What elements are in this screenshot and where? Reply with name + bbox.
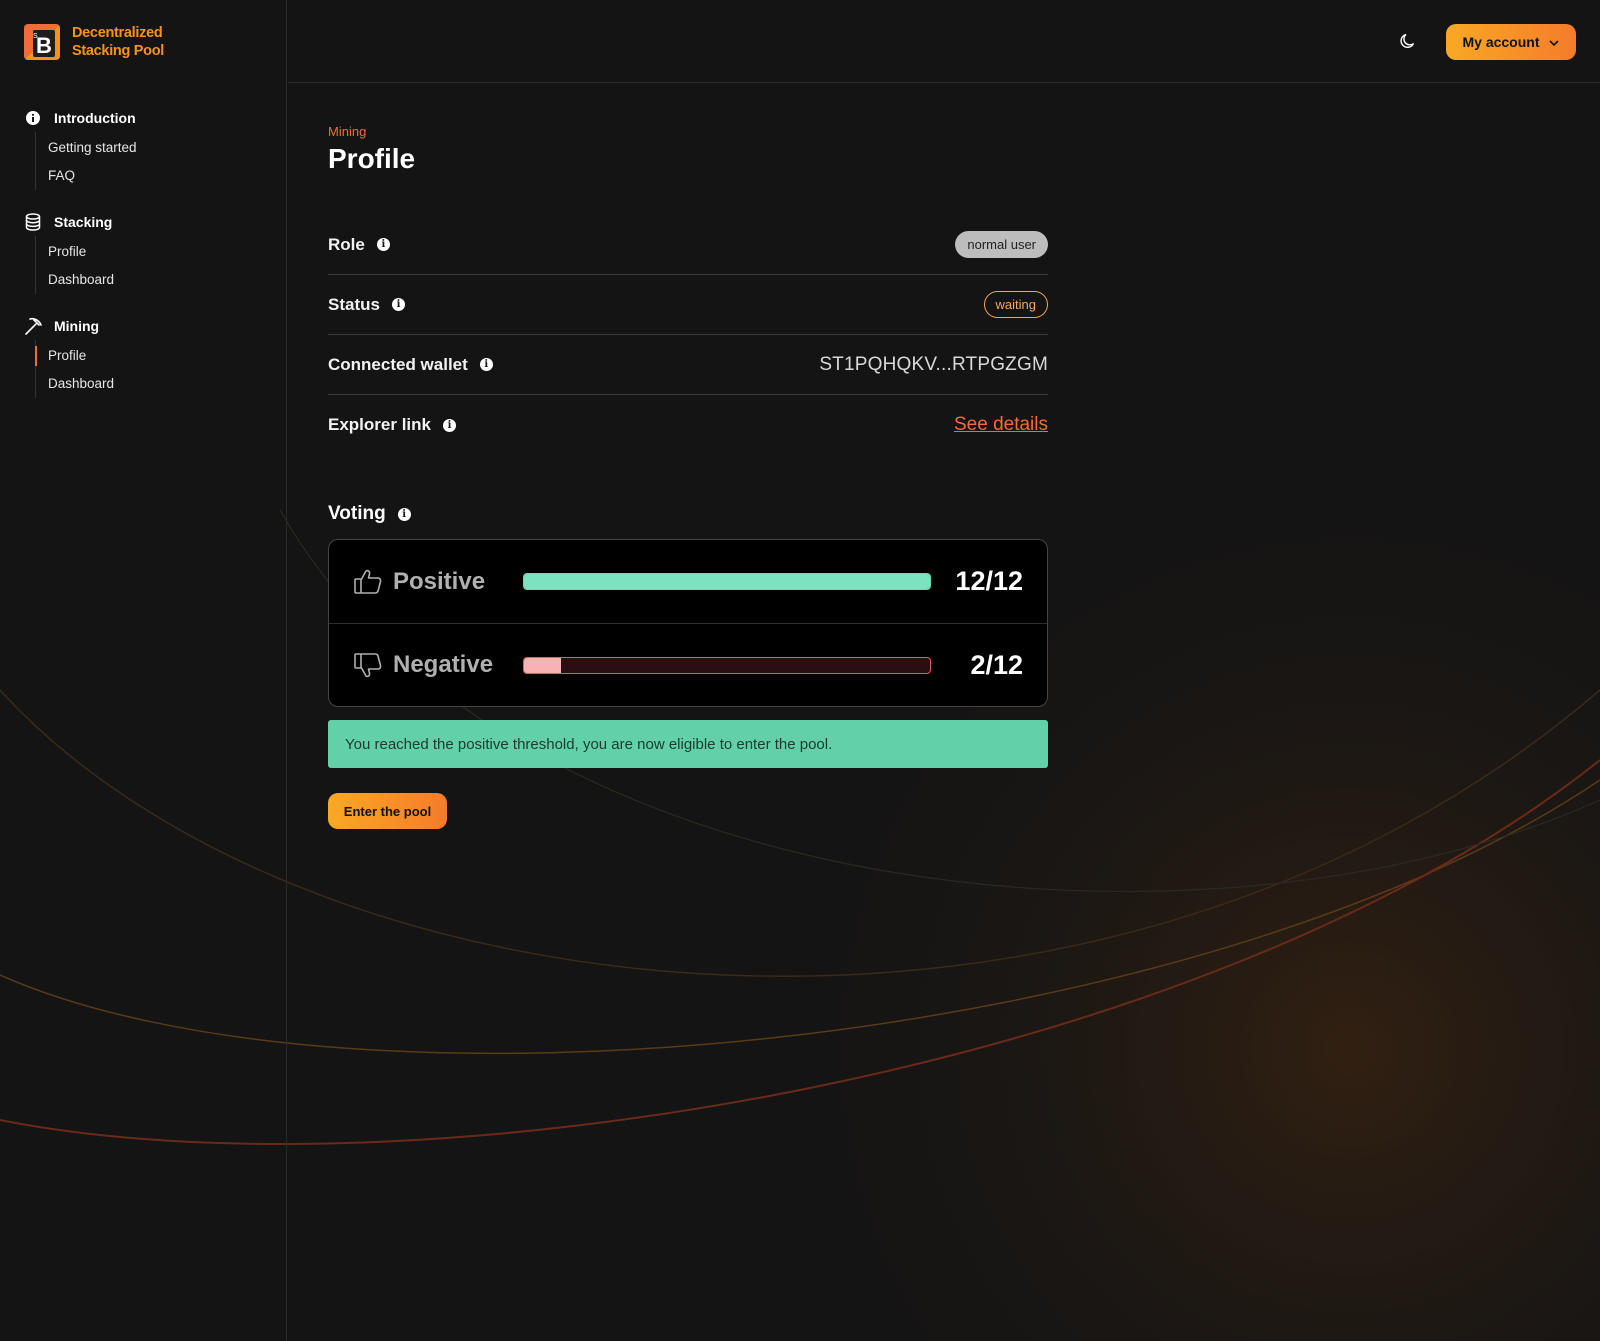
sidebar-item-faq[interactable]: FAQ [36, 162, 264, 190]
positive-vote-row: Positive 12/12 [329, 540, 1047, 623]
nav-heading-label: Mining [54, 318, 100, 334]
nav-group-mining: Mining Profile Dashboard [24, 312, 264, 398]
sidebar-item-stacking-dashboard[interactable]: Dashboard [36, 266, 264, 294]
profile-details: Role i normal user Status i waiting Conn… [328, 215, 1048, 455]
voting-panel: Positive 12/12 Negative 2/12 [328, 539, 1048, 707]
wallet-label-wrap: Connected wallet i [328, 355, 493, 375]
status-row: Status i waiting [328, 275, 1048, 335]
info-icon[interactable]: i [479, 358, 493, 371]
breadcrumb[interactable]: Mining [328, 124, 1048, 139]
top-bar: My account [288, 0, 1600, 83]
nav-heading-label: Introduction [54, 110, 136, 126]
explorer-label: Explorer link [328, 415, 431, 434]
sidebar-nav: Introduction Getting started FAQ Stackin… [24, 104, 264, 416]
wallet-address: ST1PQHQKV...RTPGZGM [819, 353, 1048, 375]
negative-label: Negative [393, 651, 494, 678]
negative-count: 2/12 [970, 649, 1023, 680]
nav-heading-mining[interactable]: Mining [24, 312, 264, 340]
explorer-label-wrap: Explorer link i [328, 415, 456, 435]
role-badge: normal user [955, 231, 1048, 258]
role-label: Role [328, 234, 365, 254]
app-name: Decentralized Stacking Pool [72, 24, 164, 60]
status-label: Status [328, 294, 380, 314]
nav-sublist: Profile Dashboard [35, 340, 264, 398]
positive-progress-bar [523, 573, 931, 590]
nav-group-stacking: Stacking Profile Dashboard [24, 208, 264, 294]
logo[interactable]: B S Decentralized Stacking Pool [24, 24, 164, 60]
nav-sublist: Getting started FAQ [35, 132, 264, 190]
sidebar-item-getting-started[interactable]: Getting started [36, 134, 264, 162]
role-label-wrap: Role i [328, 235, 390, 255]
sidebar: B S Decentralized Stacking Pool Introduc… [0, 0, 287, 1341]
my-account-label: My account [1462, 34, 1540, 50]
status-badge: waiting [983, 291, 1048, 318]
wallet-row: Connected wallet i ST1PQHQKV...RTPGZGM [328, 335, 1048, 395]
main-content: Mining Profile Role i normal user Status… [328, 124, 1048, 829]
explorer-row: Explorer link i See details [328, 395, 1048, 455]
nav-group-introduction: Introduction Getting started FAQ [24, 104, 264, 190]
thumbs-down-icon [353, 650, 383, 680]
page-title: Profile [328, 143, 416, 174]
info-icon[interactable]: i [397, 507, 411, 521]
sidebar-item-mining-profile[interactable]: Profile [35, 342, 264, 370]
thumbs-up-icon [353, 567, 383, 597]
nav-heading-stacking[interactable]: Stacking [24, 208, 264, 236]
info-circle-icon [24, 109, 42, 127]
app-name-line2: Stacking Pool [72, 43, 164, 59]
pickaxe-icon [24, 317, 42, 335]
database-icon [24, 213, 42, 231]
positive-progress-fill [524, 574, 930, 589]
my-account-button[interactable]: My account [1446, 24, 1576, 60]
logo-mark-icon: B S [24, 24, 60, 60]
eligibility-alert: You reached the positive threshold, you … [328, 720, 1048, 768]
positive-label: Positive [393, 567, 486, 595]
moon-icon[interactable] [1399, 32, 1417, 50]
app-name-line1: Decentralized [72, 25, 163, 41]
chevron-down-icon [1548, 36, 1560, 48]
enter-pool-button[interactable]: Enter the pool [328, 793, 447, 829]
negative-progress-bar [523, 656, 931, 674]
voting-title: Voting [328, 503, 386, 524]
status-label-wrap: Status i [328, 295, 405, 315]
logo-letter: B [36, 33, 52, 58]
nav-heading-label: Stacking [54, 214, 113, 230]
role-row: Role i normal user [328, 215, 1048, 275]
nav-sublist: Profile Dashboard [35, 236, 264, 294]
voting-heading: Voting i [328, 503, 1048, 525]
logo-sup: S [33, 33, 38, 40]
nav-heading-introduction[interactable]: Introduction [24, 104, 264, 132]
sidebar-item-mining-dashboard[interactable]: Dashboard [36, 370, 264, 398]
sidebar-item-stacking-profile[interactable]: Profile [36, 238, 264, 266]
see-details-link[interactable]: See details [954, 414, 1048, 436]
negative-progress-fill [524, 657, 561, 673]
negative-vote-row: Negative 2/12 [329, 623, 1047, 706]
wallet-label: Connected wallet [328, 354, 468, 374]
info-icon[interactable]: i [391, 298, 405, 311]
positive-count: 12/12 [955, 566, 1023, 596]
info-icon[interactable]: i [442, 418, 456, 432]
info-icon[interactable]: i [376, 238, 390, 251]
